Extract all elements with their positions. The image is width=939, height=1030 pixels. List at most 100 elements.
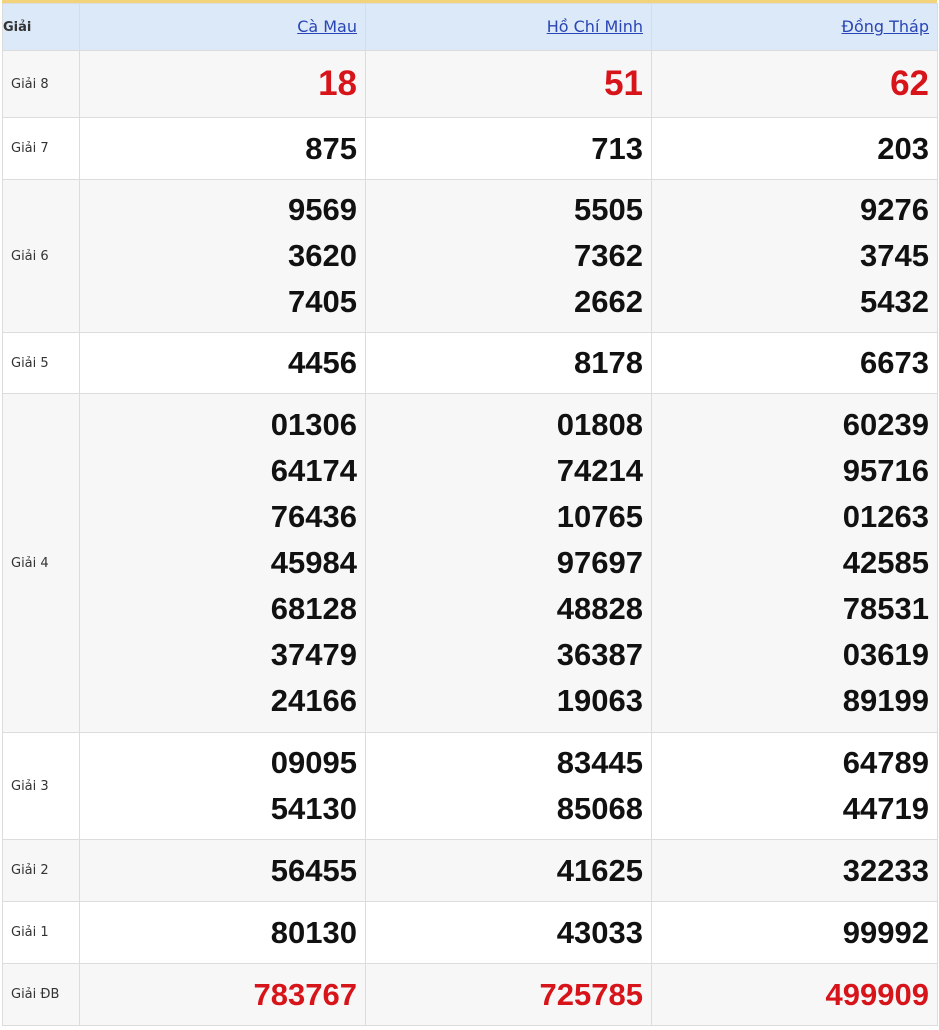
winning-number: 37479 [270,637,357,672]
winning-number: 76436 [270,499,357,534]
winning-number: 725785 [539,976,643,1012]
prize-row-g5: Giải 5 4456 8178 6673 [2,332,938,394]
prize-cell: 713 [365,117,652,180]
results-table: Giải Cà Mau Hồ Chí Minh Đồng Tháp Giải 8… [2,3,938,1026]
prize-cell: 62 [651,50,938,118]
prize-row-g7: Giải 7 875 713 203 [2,117,938,180]
winning-number: 89199 [842,683,929,718]
winning-number: 4456 [288,345,357,380]
winning-number: 499909 [825,976,929,1012]
province-header-ho-chi-minh: Hồ Chí Minh [365,3,652,51]
winning-number: 74214 [556,453,643,488]
winning-number: 41625 [556,852,643,888]
prize-label: Giải 6 [2,179,80,333]
prize-cell: 4456 [79,332,366,394]
winning-number: 5505 [574,192,643,227]
province-link-ho-chi-minh[interactable]: Hồ Chí Minh [547,17,643,36]
winning-number: 3745 [860,238,929,273]
winning-number: 60239 [842,407,929,442]
winning-number: 3620 [288,238,357,273]
prize-cell: 09095 54130 [79,732,366,840]
prize-row-g8: Giải 8 18 51 62 [2,50,938,118]
prize-cell: 5505 7362 2662 [365,179,652,333]
winning-number: 32233 [842,852,929,888]
prize-cell: 80130 [79,901,366,964]
prize-label: Giải 2 [2,839,80,902]
prize-cell: 41625 [365,839,652,902]
prize-row-g6: Giải 6 9569 3620 7405 5505 7362 2662 9276 3745 54… [2,179,938,333]
winning-number: 01808 [556,407,643,442]
winning-number: 68128 [270,591,357,626]
prize-cell: 64789 44719 [651,732,938,840]
winning-number: 2662 [574,284,643,319]
winning-number: 9276 [860,192,929,227]
winning-number: 45984 [270,545,357,580]
province-header-ca-mau: Cà Mau [79,3,366,51]
winning-number: 83445 [556,745,643,780]
prize-cell: 43033 [365,901,652,964]
winning-number: 78531 [842,591,929,626]
winning-number: 64789 [842,745,929,780]
winning-number: 48828 [556,591,643,626]
winning-number: 97697 [556,545,643,580]
prize-cell: 51 [365,50,652,118]
prize-cell: 6673 [651,332,938,394]
winning-number: 95716 [842,453,929,488]
prize-label: Giải 8 [2,50,80,118]
winning-number: 18 [318,64,357,103]
winning-number: 51 [604,64,643,103]
winning-number: 6673 [860,345,929,380]
winning-number: 783767 [253,976,357,1012]
winning-number: 42585 [842,545,929,580]
prize-cell: 783767 [79,963,366,1026]
winning-number: 36387 [556,637,643,672]
prize-row-gdb: Giải ĐB 783767 725785 499909 [2,963,938,1026]
province-link-ca-mau[interactable]: Cà Mau [297,17,357,36]
province-link-dong-thap[interactable]: Đồng Tháp [842,17,929,36]
winning-number: 01263 [842,499,929,534]
prize-cell: 9569 3620 7405 [79,179,366,333]
prize-row-g3: Giải 3 09095 54130 83445 85068 64789 44719 [2,732,938,840]
winning-number: 85068 [556,791,643,826]
prize-cell: 203 [651,117,938,180]
winning-number: 7362 [574,238,643,273]
winning-number: 03619 [842,637,929,672]
table-header-row: Giải Cà Mau Hồ Chí Minh Đồng Tháp [2,3,938,51]
prize-label: Giải 1 [2,901,80,964]
prize-label: Giải 3 [2,732,80,840]
prize-cell: 18 [79,50,366,118]
prize-row-g4: Giải 4 01306 64174 76436 45984 68128 37479 2416… [2,393,938,733]
winning-number: 8178 [574,345,643,380]
prize-cell: 01306 64174 76436 45984 68128 37479 24166 [79,393,366,733]
winning-number: 19063 [556,683,643,718]
winning-number: 64174 [270,453,357,488]
prize-row-g2: Giải 2 56455 41625 32233 [2,839,938,902]
winning-number: 56455 [270,852,357,888]
prize-label: Giải 7 [2,117,80,180]
prize-cell: 60239 95716 01263 42585 78531 03619 89199 [651,393,938,733]
prize-label: Giải ĐB [2,963,80,1026]
winning-number: 43033 [556,914,643,950]
prize-row-g1: Giải 1 80130 43033 99992 [2,901,938,964]
prize-cell: 01808 74214 10765 97697 48828 36387 19063 [365,393,652,733]
winning-number: 01306 [270,407,357,442]
lottery-results: Giải Cà Mau Hồ Chí Minh Đồng Tháp Giải 8… [2,0,938,1026]
prize-cell: 32233 [651,839,938,902]
prize-cell: 725785 [365,963,652,1026]
prize-cell: 8178 [365,332,652,394]
winning-number: 44719 [842,791,929,826]
prize-label: Giải 5 [2,332,80,394]
prize-label: Giải 4 [2,393,80,733]
prize-cell: 83445 85068 [365,732,652,840]
winning-number: 24166 [270,683,357,718]
winning-number: 5432 [860,284,929,319]
prize-cell: 499909 [651,963,938,1026]
winning-number: 713 [591,130,643,166]
winning-number: 99992 [842,914,929,950]
winning-number: 10765 [556,499,643,534]
winning-number: 54130 [270,791,357,826]
winning-number: 80130 [270,914,357,950]
winning-number: 203 [877,130,929,166]
winning-number: 9569 [288,192,357,227]
prize-cell: 56455 [79,839,366,902]
